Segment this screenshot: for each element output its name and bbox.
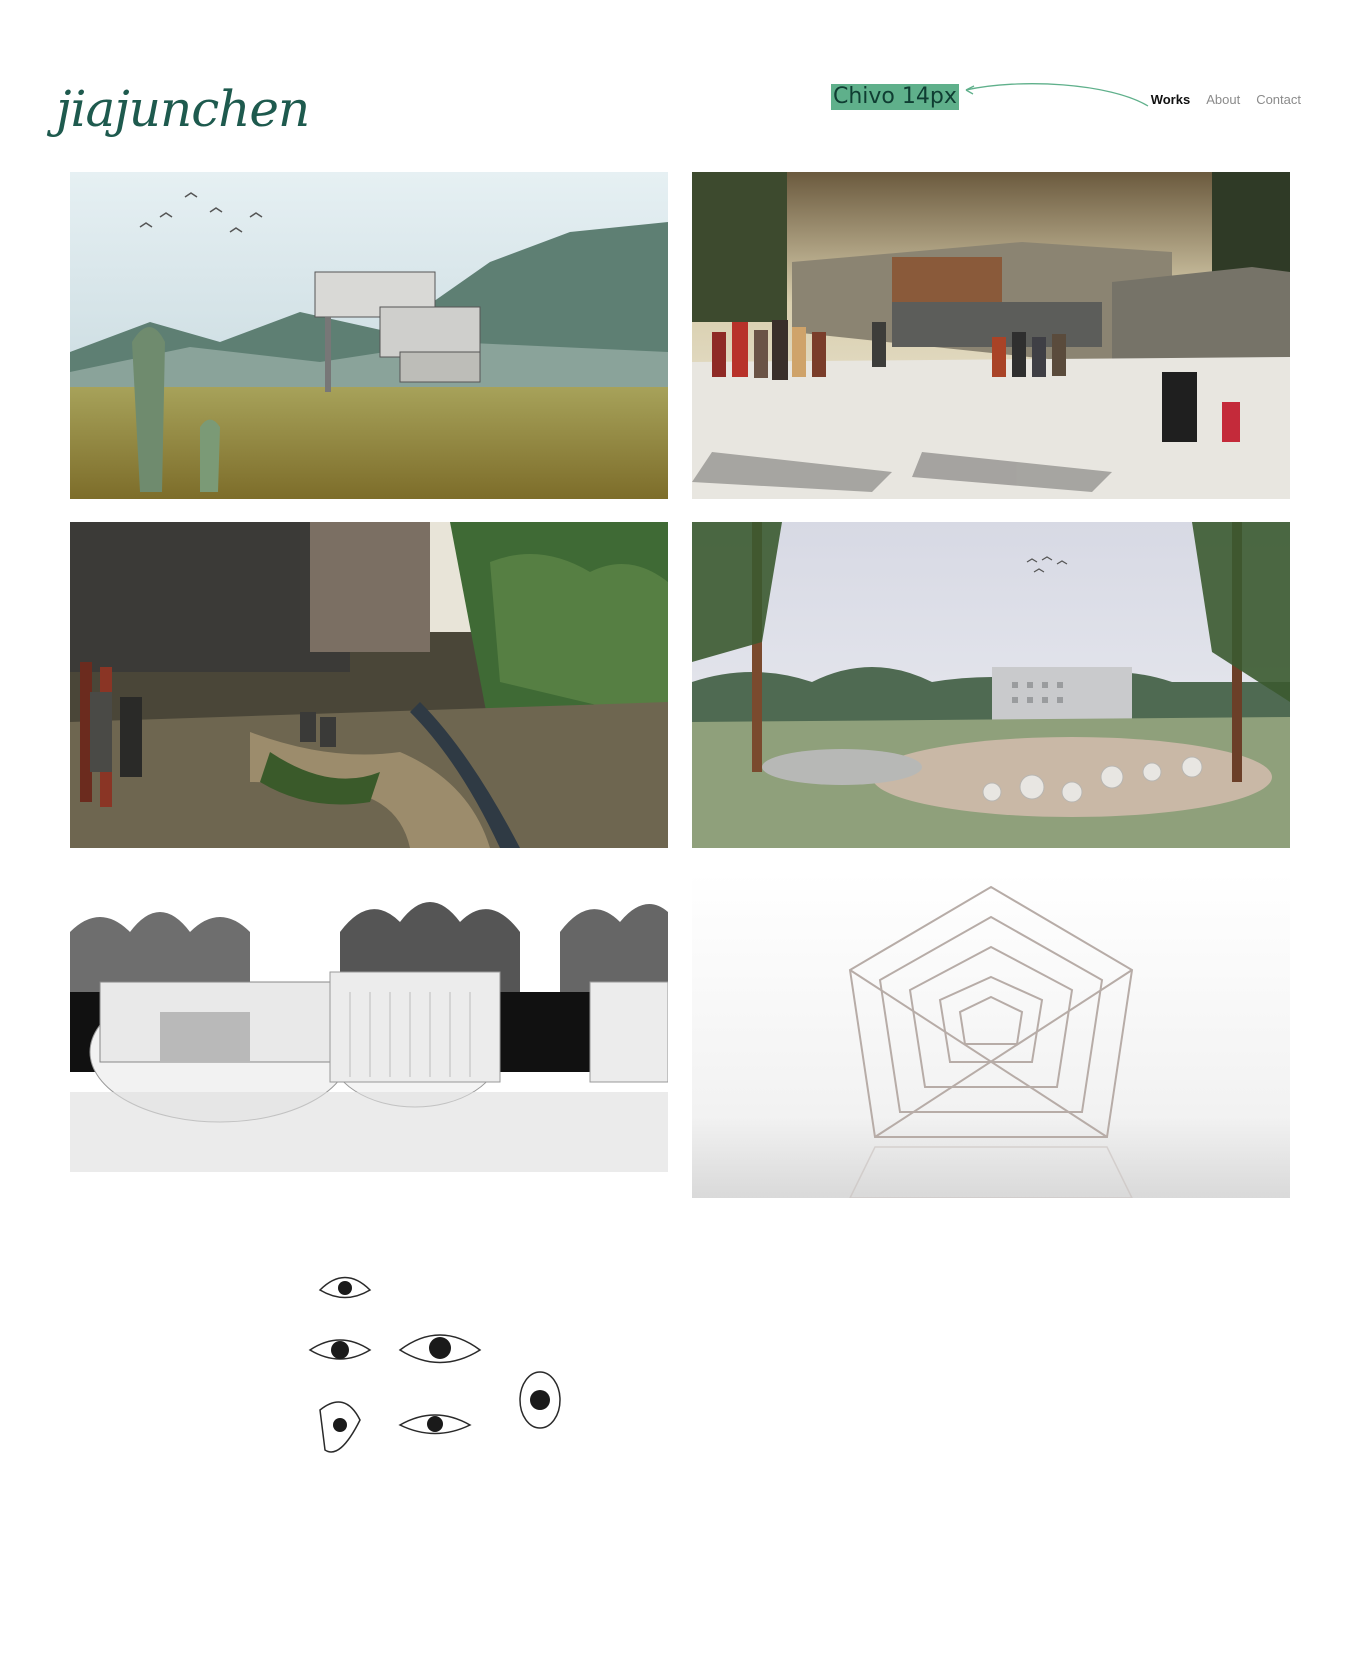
main-nav: Works About Contact bbox=[1151, 92, 1301, 107]
project-tile-garden-courtyard[interactable] bbox=[70, 522, 668, 848]
project-tile-plaza-crowd[interactable] bbox=[692, 172, 1290, 499]
nav-about[interactable]: About bbox=[1206, 92, 1240, 107]
project-tile-eye-sketches[interactable] bbox=[300, 1250, 580, 1490]
project-tile-cylindrical-buildings[interactable] bbox=[70, 872, 668, 1198]
project-tile-park-spheres[interactable] bbox=[692, 522, 1290, 848]
nav-works[interactable]: Works bbox=[1151, 92, 1191, 107]
nav-contact[interactable]: Contact bbox=[1256, 92, 1301, 107]
site-logo[interactable]: jiajunchen bbox=[56, 74, 310, 144]
project-tile-pentagon-sculpture[interactable] bbox=[692, 872, 1290, 1198]
project-tile-desert-house[interactable] bbox=[70, 172, 668, 499]
annotation-arrow-icon bbox=[965, 83, 1149, 107]
font-annotation-label: Chivo 14px bbox=[831, 84, 959, 110]
